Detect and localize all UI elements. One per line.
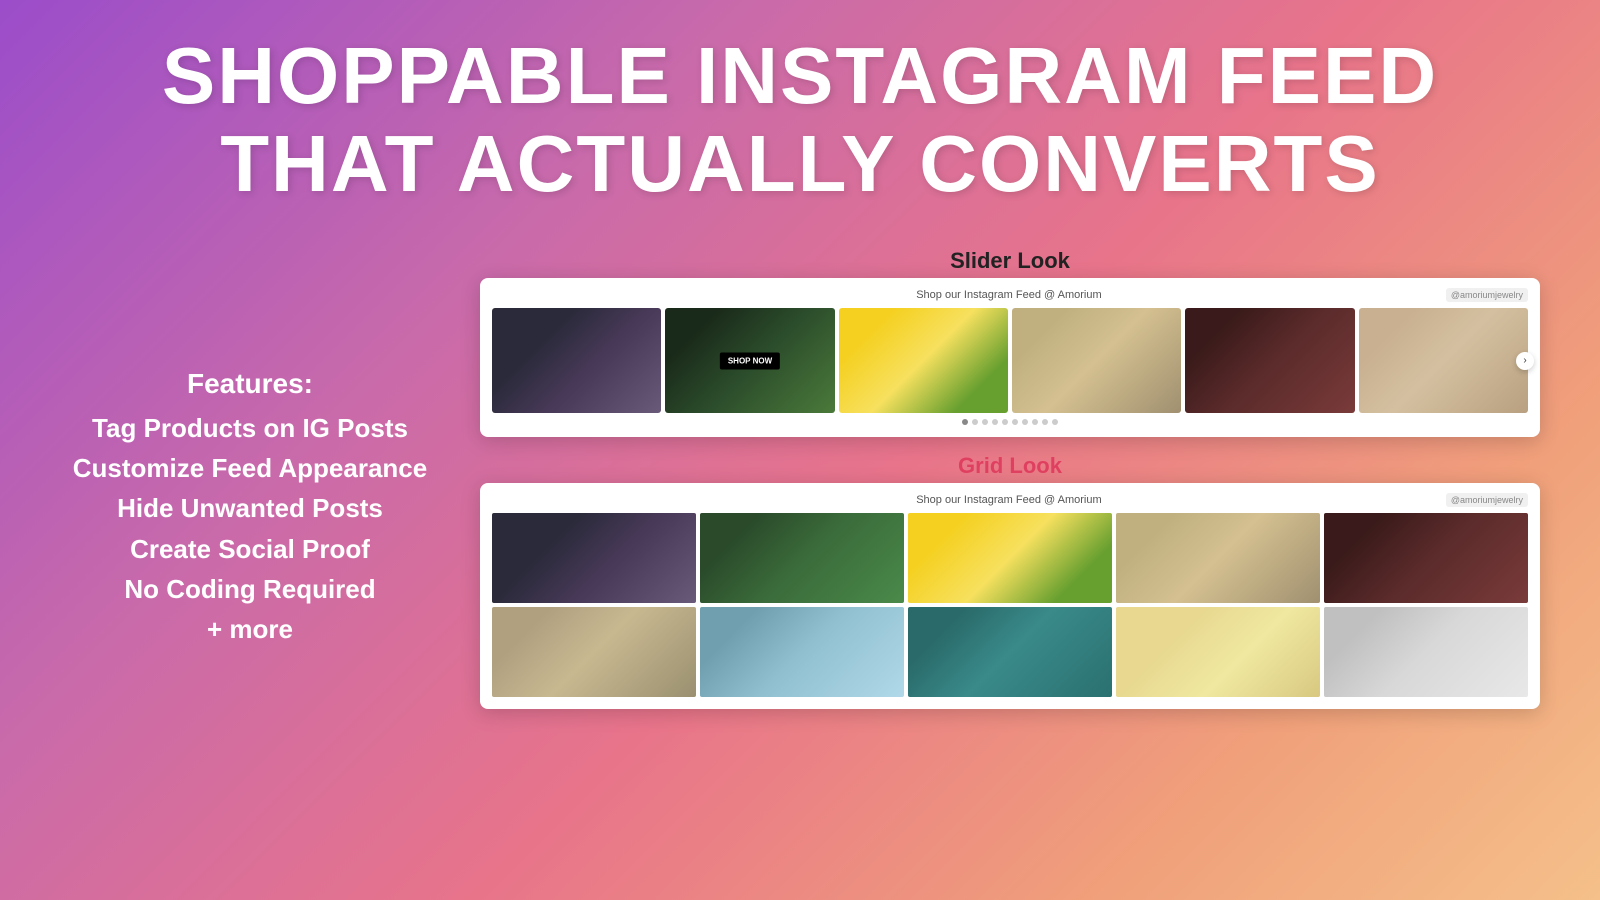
grid-img-4-inner <box>1116 513 1320 603</box>
grid-section: Grid Look Shop our Instagram Feed @ Amor… <box>480 453 1540 709</box>
title-line1: SHOPPABLE INSTAGRAM FEED <box>162 32 1438 120</box>
grid-img-2 <box>700 513 904 603</box>
grid-images <box>492 513 1528 697</box>
grid-img-2-inner <box>700 513 904 603</box>
dot-8 <box>1032 419 1038 425</box>
slider-card: Shop our Instagram Feed @ Amorium @amori… <box>480 278 1540 437</box>
grid-img-4 <box>1116 513 1320 603</box>
dot-1 <box>962 419 968 425</box>
slider-label: Slider Look <box>480 248 1540 274</box>
feature-item-1: Tag Products on IG Posts <box>73 408 427 448</box>
mockups-panel: Slider Look Shop our Instagram Feed @ Am… <box>480 248 1540 709</box>
slider-dots <box>492 419 1528 425</box>
dot-7 <box>1022 419 1028 425</box>
slider-header: Shop our Instagram Feed @ Amorium @amori… <box>492 288 1528 302</box>
slider-img-3-inner <box>839 308 1008 413</box>
slider-img-5-inner <box>1185 308 1354 413</box>
grid-img-9-inner <box>1116 607 1320 697</box>
title-line2: THAT ACTUALLY CONVERTS <box>162 120 1438 208</box>
dot-3 <box>982 419 988 425</box>
slider-img-4 <box>1012 308 1181 413</box>
grid-header: Shop our Instagram Feed @ Amorium @amori… <box>492 493 1528 507</box>
shop-now-button[interactable]: SHOP NOW <box>720 352 780 369</box>
features-list: Tag Products on IG Posts Customize Feed … <box>73 408 427 650</box>
dot-5 <box>1002 419 1008 425</box>
grid-img-1 <box>492 513 696 603</box>
feature-item-2: Customize Feed Appearance <box>73 448 427 488</box>
grid-img-7-inner <box>700 607 904 697</box>
dot-6 <box>1012 419 1018 425</box>
grid-img-8 <box>908 607 1112 697</box>
grid-header-text: Shop our Instagram Feed @ Amorium <box>572 494 1446 506</box>
slider-next-arrow[interactable]: › <box>1516 352 1534 370</box>
feature-item-6: + more <box>73 609 427 649</box>
slider-header-text: Shop our Instagram Feed @ Amorium <box>572 289 1446 301</box>
grid-img-6-inner <box>492 607 696 697</box>
grid-img-9 <box>1116 607 1320 697</box>
slider-img-6-inner <box>1359 308 1528 413</box>
dot-2 <box>972 419 978 425</box>
grid-handle: @amoriumjewelry <box>1446 493 1528 507</box>
grid-img-10 <box>1324 607 1528 697</box>
grid-img-3 <box>908 513 1112 603</box>
grid-img-7 <box>700 607 904 697</box>
slider-img-6 <box>1359 308 1528 413</box>
grid-img-6 <box>492 607 696 697</box>
slider-img-1-inner <box>492 308 661 413</box>
grid-img-3-inner <box>908 513 1112 603</box>
slider-images: SHOP NOW › <box>492 308 1528 413</box>
page-wrapper: SHOPPABLE INSTAGRAM FEED THAT ACTUALLY C… <box>0 0 1600 900</box>
main-title: SHOPPABLE INSTAGRAM FEED THAT ACTUALLY C… <box>162 32 1438 208</box>
dot-10 <box>1052 419 1058 425</box>
feature-item-5: No Coding Required <box>73 569 427 609</box>
grid-img-10-inner <box>1324 607 1528 697</box>
features-label: Features: <box>187 368 313 400</box>
slider-section: Slider Look Shop our Instagram Feed @ Am… <box>480 248 1540 437</box>
slider-img-3 <box>839 308 1008 413</box>
grid-img-1-inner <box>492 513 696 603</box>
feature-item-4: Create Social Proof <box>73 529 427 569</box>
features-panel: Features: Tag Products on IG Posts Custo… <box>60 248 440 709</box>
content-row: Features: Tag Products on IG Posts Custo… <box>0 248 1600 709</box>
dot-9 <box>1042 419 1048 425</box>
title-section: SHOPPABLE INSTAGRAM FEED THAT ACTUALLY C… <box>162 0 1438 208</box>
dot-4 <box>992 419 998 425</box>
slider-handle: @amoriumjewelry <box>1446 288 1528 302</box>
slider-img-5 <box>1185 308 1354 413</box>
grid-card: Shop our Instagram Feed @ Amorium @amori… <box>480 483 1540 709</box>
grid-img-5 <box>1324 513 1528 603</box>
slider-img-2: SHOP NOW <box>665 308 834 413</box>
grid-img-8-inner <box>908 607 1112 697</box>
grid-img-5-inner <box>1324 513 1528 603</box>
grid-label: Grid Look <box>480 453 1540 479</box>
slider-img-4-inner <box>1012 308 1181 413</box>
feature-item-3: Hide Unwanted Posts <box>73 488 427 528</box>
slider-img-1 <box>492 308 661 413</box>
